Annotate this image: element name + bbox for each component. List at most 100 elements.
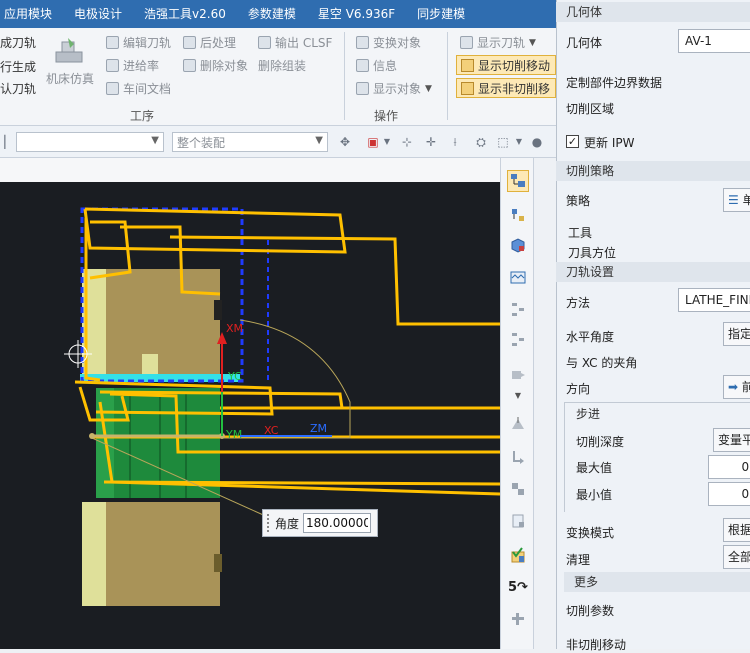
- filter-icon[interactable]: ⊹: [400, 135, 414, 149]
- more-section[interactable]: 更多: [564, 572, 750, 592]
- chevron-down-icon[interactable]: ▼: [512, 135, 526, 149]
- angle-input-box: 角度: [262, 509, 378, 537]
- menu-application-module[interactable]: 应用模块: [0, 0, 63, 28]
- feed-rate-icon: [106, 59, 119, 72]
- body-icon[interactable]: ⛭: [474, 135, 488, 149]
- resource-bar: ▼ 5↷: [500, 158, 534, 649]
- verify-icon[interactable]: [507, 544, 529, 566]
- process-list-2-icon[interactable]: [507, 328, 529, 350]
- show-noncut-move-button[interactable]: 显示非切削移: [456, 78, 556, 98]
- drag-grip-icon[interactable]: [267, 514, 271, 532]
- selection-scope-select[interactable]: 整个装配 ▼: [172, 132, 328, 152]
- postprocess-button[interactable]: 后处理: [183, 34, 236, 51]
- web-browser-icon[interactable]: [507, 478, 529, 500]
- update-ipw-checkbox[interactable]: ✓: [566, 135, 579, 148]
- min-input[interactable]: 0.: [708, 482, 750, 506]
- parallel-generate-button[interactable]: 行生成: [0, 58, 36, 75]
- cut-depth-select[interactable]: 变量平: [713, 428, 750, 452]
- step-icon[interactable]: 5↷: [507, 576, 529, 598]
- settings-icon[interactable]: [507, 608, 529, 630]
- noncut-moves-label[interactable]: 非切削移动: [566, 636, 626, 653]
- history-icon[interactable]: [507, 412, 529, 434]
- transform-icon: [356, 36, 369, 49]
- direction-select[interactable]: ➡ 前: [723, 375, 750, 399]
- menu-bar: 应用模块 电极设计 浩强工具v2.60 参数建模 星空 V6.936F 同步建模: [0, 0, 556, 28]
- cut-region-label[interactable]: 切削区域: [566, 100, 614, 117]
- delete-object-button[interactable]: 删除对象: [183, 57, 248, 74]
- part-notch: [214, 554, 222, 572]
- cleanup-label: 清理: [566, 553, 591, 567]
- delete-object-icon: [183, 59, 196, 72]
- method-select[interactable]: LATHE_FINI: [678, 288, 750, 312]
- menu-parametric-modeling[interactable]: 参数建模: [237, 0, 307, 28]
- tool-orient-section[interactable]: 刀具方位: [568, 244, 616, 261]
- show-toolpath-icon: [460, 36, 473, 49]
- show-toolpath-button[interactable]: 显示刀轨 ▼: [460, 34, 536, 51]
- roles-icon[interactable]: [507, 364, 529, 386]
- shaded-icon[interactable]: ●: [530, 135, 544, 149]
- toolbar-edge-icon: ▏: [4, 135, 14, 149]
- custom-boundary-label[interactable]: 定制部件边界数据: [566, 74, 662, 91]
- delete-assembly-button[interactable]: 删除组装: [258, 57, 306, 74]
- feed-rate-button[interactable]: 进给率: [106, 57, 159, 74]
- cleanup-select[interactable]: 全部: [723, 545, 750, 569]
- geometry-select[interactable]: AV-1: [678, 29, 750, 53]
- group-label-process: 工序: [130, 109, 155, 123]
- axis-label-zm: ZM: [310, 422, 327, 435]
- show-cut-move-button[interactable]: 显示切削移动: [456, 55, 556, 75]
- snap-icon[interactable]: ✥: [338, 135, 352, 149]
- box-select-icon[interactable]: ⬚: [496, 135, 510, 149]
- part-navigator-icon[interactable]: [507, 234, 529, 256]
- info-button[interactable]: 信息: [356, 57, 397, 74]
- machine-simulation-icon[interactable]: [52, 36, 86, 66]
- part-face-lower: [82, 502, 106, 606]
- curve-icon[interactable]: ⟊: [448, 135, 462, 149]
- show-noncut-move-icon: [461, 81, 474, 95]
- chevron-down-icon[interactable]: ▼: [507, 384, 529, 406]
- section-cut-strategy[interactable]: 切削策略: [556, 161, 750, 181]
- axis-label-xm: XM: [226, 322, 243, 335]
- cut-params-label[interactable]: 切削参数: [566, 602, 614, 619]
- point-icon[interactable]: ✛: [424, 135, 438, 149]
- process-list-icon[interactable]: [507, 298, 529, 320]
- output-clsf-button[interactable]: 输出 CLSF: [258, 34, 332, 51]
- type-filter-select[interactable]: ▼: [16, 132, 164, 152]
- section-toolpath-settings[interactable]: 刀轨设置: [556, 262, 750, 282]
- menu-haoqiang-tools[interactable]: 浩强工具v2.60: [133, 0, 237, 28]
- generate-toolpath-button[interactable]: 成刀轨: [0, 34, 36, 51]
- transform-mode-select[interactable]: 根据: [723, 518, 750, 542]
- step-group-title[interactable]: 步进: [576, 405, 600, 422]
- reuse-library-icon[interactable]: [507, 266, 529, 288]
- menu-synchronous-modeling[interactable]: 同步建模: [406, 0, 476, 28]
- info-icon: [356, 59, 369, 72]
- edit-toolpath-button[interactable]: 编辑刀轨: [106, 34, 171, 51]
- menu-xingkong[interactable]: 星空 V6.936F: [307, 0, 406, 28]
- axis-label-yc: YC: [227, 370, 242, 383]
- max-input[interactable]: 0.: [708, 455, 750, 479]
- min-label: 最小值: [576, 488, 613, 502]
- display-object-button[interactable]: 显示对象 ▼: [356, 80, 432, 97]
- horiz-angle-select[interactable]: 指定: [723, 322, 750, 346]
- chevron-down-icon[interactable]: ▼: [380, 135, 394, 149]
- document-icon[interactable]: [507, 510, 529, 532]
- dimension-point: [89, 433, 95, 439]
- postprocess-icon: [183, 36, 196, 49]
- machine-tool-navigator-icon[interactable]: [507, 204, 529, 226]
- tool-section[interactable]: 工具: [568, 224, 592, 241]
- section-geometry[interactable]: 几何体: [556, 2, 750, 22]
- chevron-down-icon: ▼: [315, 135, 323, 146]
- operation-navigator-icon[interactable]: [507, 170, 529, 192]
- strategy-icon: ☰: [728, 193, 743, 207]
- cad-scene: XM YC YM XC ZM: [64, 207, 500, 606]
- transform-object-button[interactable]: 变换对象: [356, 34, 421, 51]
- graphics-viewport[interactable]: XM YC YM XC ZM: [0, 182, 500, 649]
- angle-input[interactable]: [303, 513, 372, 533]
- verify-toolpath-button[interactable]: 认刀轨: [0, 80, 36, 97]
- ribbon-separator-2: [447, 32, 448, 120]
- shop-doc-button[interactable]: 车间文档: [106, 80, 171, 97]
- display-object-icon: [356, 82, 369, 95]
- menu-electrode-design[interactable]: 电极设计: [63, 0, 133, 28]
- select-mode-icon[interactable]: ▣: [366, 135, 380, 149]
- strategy-select[interactable]: ☰ 单: [723, 188, 750, 212]
- system-materials-icon[interactable]: [507, 446, 529, 468]
